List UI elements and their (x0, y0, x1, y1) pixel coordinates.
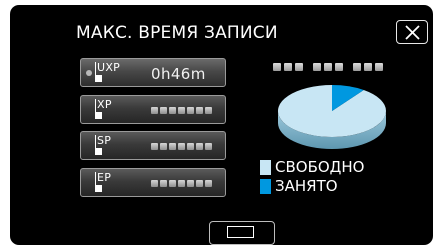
mode-button-ep[interactable]: EP (80, 168, 226, 197)
uxp-quality-icon: UXP (95, 62, 121, 83)
page-title: МАКС. ВРЕМЯ ЗАПИСИ (76, 23, 278, 43)
legend-used: ЗАНЯТО (260, 177, 338, 195)
usage-pie-chart (278, 85, 386, 149)
mode-label: UXP (97, 61, 121, 74)
close-x-icon (405, 25, 420, 40)
screen: МАКС. ВРЕМЯ ЗАПИСИ UXP 0h46m XP SP EP СВ… (10, 5, 433, 245)
mode-button-uxp[interactable]: UXP 0h46m (80, 58, 226, 87)
ep-quality-icon: EP (95, 172, 121, 193)
free-swatch-icon (260, 159, 271, 175)
mode-remaining-time-obscured (151, 180, 212, 187)
screen-toggle-icon (227, 226, 254, 238)
mode-label: SP (97, 134, 112, 147)
mode-label: EP (97, 171, 112, 184)
legend-used-label: ЗАНЯТО (275, 177, 338, 195)
mode-button-sp[interactable]: SP (80, 131, 226, 160)
selected-indicator-icon (86, 70, 92, 76)
sp-quality-icon: SP (95, 135, 121, 156)
screen-toggle-button[interactable] (209, 221, 275, 245)
mode-remaining-time-obscured (151, 143, 212, 150)
media-capacity-obscured (273, 63, 383, 71)
xp-quality-icon: XP (95, 99, 121, 120)
legend-free-label: СВОБОДНО (275, 158, 365, 176)
mode-label: XP (97, 98, 112, 111)
legend-free: СВОБОДНО (260, 158, 364, 176)
mode-remaining-time: 0h46m (151, 65, 206, 83)
used-swatch-icon (260, 178, 271, 194)
mode-button-xp[interactable]: XP (80, 95, 226, 124)
close-button[interactable] (396, 20, 428, 44)
mode-remaining-time-obscured (151, 107, 212, 114)
